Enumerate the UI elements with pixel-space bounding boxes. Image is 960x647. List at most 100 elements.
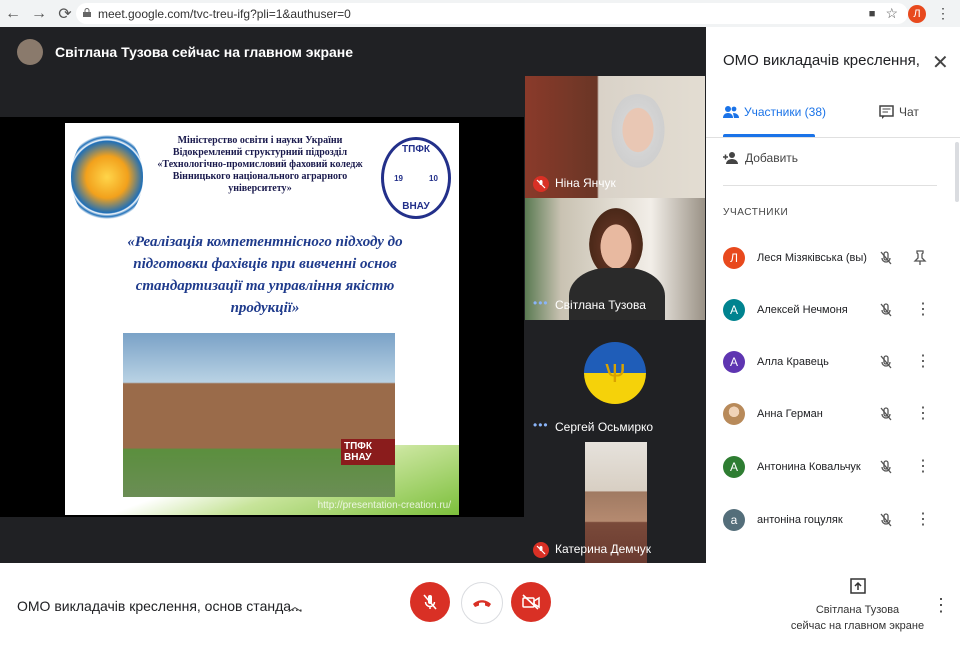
mic-off-icon [880, 407, 892, 421]
add-people-label: Добавить [745, 151, 799, 165]
browser-menu-icon[interactable]: ⋮ [936, 5, 950, 22]
panel-title: ОМО викладачів креслення, ос... [723, 52, 923, 69]
avatar: Л [723, 247, 745, 269]
pin-icon[interactable] [913, 250, 927, 266]
tab-chat-label: Чат [899, 105, 919, 119]
mic-off-icon [533, 542, 549, 558]
participant-row[interactable]: Л Леся Мізяківська (вы) [723, 243, 937, 273]
slide-ministry-text: Міністерство освіти і науки України Відо… [157, 135, 363, 194]
leave-call-button[interactable] [461, 582, 503, 624]
more-options-icon[interactable]: ⋮ [915, 403, 931, 423]
tab-participants[interactable]: Участники (38) [723, 105, 826, 119]
avatar: А [723, 351, 745, 373]
camera-toggle-button[interactable] [511, 582, 551, 622]
avatar: А [723, 299, 745, 321]
mic-off-icon [880, 513, 892, 527]
presenting-status[interactable]: Світлана Тузова сейчас на главном экране [785, 577, 930, 634]
participant-tile[interactable]: Катерина Демчук [525, 442, 705, 564]
section-divider [723, 185, 937, 186]
lock-icon [83, 8, 91, 17]
logo-year-right: 10 [429, 173, 438, 183]
panel-scrollbar[interactable] [955, 142, 959, 202]
mic-off-icon [880, 460, 892, 474]
logo-bottom-text: ВНАУ [402, 201, 430, 212]
presenter-banner: Світлана Тузова сейчас на главном экране [0, 27, 706, 77]
participant-name: Антонина Ковальчук [757, 461, 861, 473]
tile-name: Сергей Осьмирко [555, 420, 654, 434]
speaking-indicator-icon: ••• [533, 418, 549, 432]
address-bar[interactable]: meet.google.com/tvc-treu-ifg?pli=1&authu… [76, 3, 908, 24]
mic-off-icon [880, 355, 892, 369]
participant-row[interactable]: А Алексей Нечмоня ⋮ [723, 295, 937, 325]
camera-blocked-icon[interactable]: ■ [869, 8, 876, 20]
back-icon[interactable]: ← [0, 1, 26, 27]
star-icon[interactable]: ☆ [885, 5, 898, 22]
avatar: А [723, 456, 745, 478]
participant-row[interactable]: А Антонина Ковальчук ⋮ [723, 452, 937, 482]
reload-icon[interactable]: ⟳ [52, 1, 78, 27]
more-options-icon[interactable]: ⋮ [932, 595, 950, 616]
tile-name: Ніна Янчук [555, 176, 616, 190]
presenting-line1: Світлана Тузова [815, 604, 900, 616]
participant-body [569, 268, 665, 320]
avatar: а [723, 509, 745, 531]
participant-tile[interactable]: ••• Світлана Тузова [525, 198, 705, 320]
mic-off-icon [423, 594, 437, 610]
chat-icon [879, 105, 894, 119]
people-icon [723, 106, 739, 118]
more-options-icon[interactable]: ⋮ [915, 456, 931, 476]
participant-row[interactable]: Анна Герман ⋮ [723, 399, 937, 429]
speaking-indicator-icon: ••• [533, 296, 549, 310]
college-emblem-icon [71, 129, 143, 225]
presenter-banner-text: Світлана Тузова сейчас на главном экране [55, 44, 354, 60]
chevron-up-icon[interactable]: ︿ [288, 596, 302, 616]
participant-name: Леся Мізяківська (вы) [757, 252, 867, 264]
profile-avatar[interactable]: Л [908, 4, 926, 23]
meeting-stage: Світлана Тузова сейчас на главном экране… [0, 27, 706, 564]
participant-tile[interactable]: Ѱ ••• Сергей Осьмирко [525, 320, 705, 442]
mic-off-icon [880, 303, 892, 317]
participant-row[interactable]: А Алла Кравець ⋮ [723, 347, 937, 377]
tpfk-logo-icon: ТПФК 19 10 ВНАУ [381, 137, 451, 219]
participant-face [607, 94, 669, 174]
presenter-avatar [17, 39, 43, 65]
camera-off-icon [522, 594, 540, 610]
browser-toolbar: ← → ⟳ meet.google.com/tvc-treu-ifg?pli=1… [0, 0, 960, 27]
more-options-icon[interactable]: ⋮ [915, 299, 931, 319]
participant-name: Алексей Нечмоня [757, 304, 848, 316]
participant-name: Анна Герман [757, 408, 823, 420]
logo-year-left: 19 [394, 173, 403, 183]
forward-icon[interactable]: → [26, 1, 52, 27]
mic-toggle-button[interactable] [410, 582, 450, 622]
more-options-icon[interactable]: ⋮ [915, 509, 931, 529]
participant-tile[interactable]: Ніна Янчук [525, 76, 705, 198]
participant-name: Алла Кравець [757, 356, 829, 368]
meeting-name[interactable]: ОМО викладачів креслення, основ станда..… [17, 598, 303, 614]
present-screen-icon [849, 578, 866, 594]
participant-name: антоніна гоцуляк [757, 514, 843, 526]
tab-divider [706, 137, 960, 138]
participants-section-label: УЧАСТНИКИ [723, 207, 789, 218]
slide-quote: «Реалізація компетентнісного підходу до … [127, 234, 403, 316]
meeting-controls-bar: ОМО викладачів креслення, основ станда..… [0, 563, 960, 647]
tile-name: Світлана Тузова [555, 298, 646, 312]
close-icon[interactable]: ✕ [932, 50, 949, 75]
participant-row[interactable]: а антоніна гоцуляк ⋮ [723, 505, 937, 535]
hang-up-icon [473, 600, 491, 607]
avatar [723, 403, 745, 425]
presenting-line2: сейчас на главном экране [790, 620, 925, 632]
more-options-icon[interactable]: ⋮ [915, 351, 931, 371]
tile-name: Катерина Демчук [555, 542, 651, 556]
mic-off-icon [880, 251, 892, 265]
slide-footer-url: http://presentation-creation.ru/ [317, 500, 451, 511]
mic-off-icon [533, 176, 549, 192]
college-building-photo: ТПФК ВНАУ [123, 333, 395, 497]
trident-avatar-icon: Ѱ [584, 342, 646, 404]
add-people-button[interactable]: Добавить [723, 151, 798, 165]
logo-top-text: ТПФК [402, 144, 430, 155]
presentation-slide: Міністерство освіти і науки України Відо… [65, 123, 459, 515]
add-person-icon [723, 152, 738, 164]
participants-panel: ОМО викладачів креслення, ос... ✕ Участн… [706, 27, 960, 563]
building-sign: ТПФК ВНАУ [341, 439, 395, 465]
tab-chat[interactable]: Чат [879, 105, 919, 119]
